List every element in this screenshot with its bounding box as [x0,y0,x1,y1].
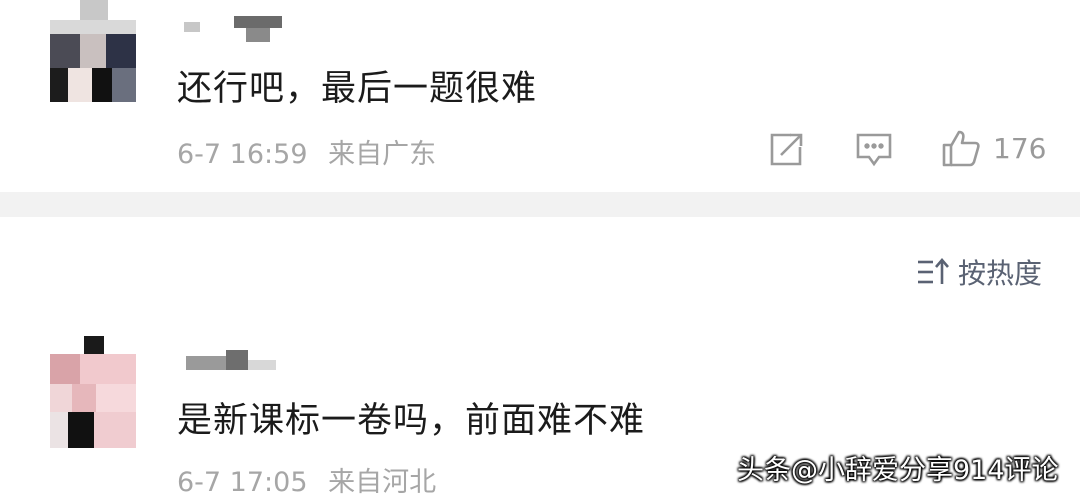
watermark: 头条@小辞爱分享914评论 [737,455,1059,486]
username-blurred[interactable] [184,16,294,46]
comment-text: 还行吧，最后一题很难 [177,69,538,109]
comment-date: 6-7 17:05 [177,467,308,498]
comment-item: 还行吧，最后一题很难 6-7 16:59 来自广东 176 [0,0,1080,192]
sort-icon [917,258,949,284]
avatar[interactable] [50,0,136,102]
comment-text: 是新课标一卷吗，前面难不难 [177,401,646,441]
like-button[interactable]: 176 [941,128,1046,168]
share-icon [770,133,803,166]
reply-button[interactable] [855,132,893,168]
comment-meta: 6-7 17:05 来自河北 [177,460,436,499]
comment-location: 来自广东 [328,139,437,170]
username-blurred[interactable] [186,350,296,378]
avatar[interactable] [50,336,136,448]
sort-by-heat-button[interactable]: 按热度 [916,252,1042,292]
like-count: 176 [993,131,1047,165]
comment-meta: 6-7 16:59 来自广东 [177,132,436,171]
thumbs-up-icon [942,130,980,167]
comment-date: 6-7 16:59 [177,139,308,170]
section-divider [0,192,1080,217]
comment-location: 来自河北 [328,467,437,498]
share-button[interactable] [767,131,805,169]
comment-icon [856,133,892,167]
sort-label: 按热度 [957,257,1042,290]
